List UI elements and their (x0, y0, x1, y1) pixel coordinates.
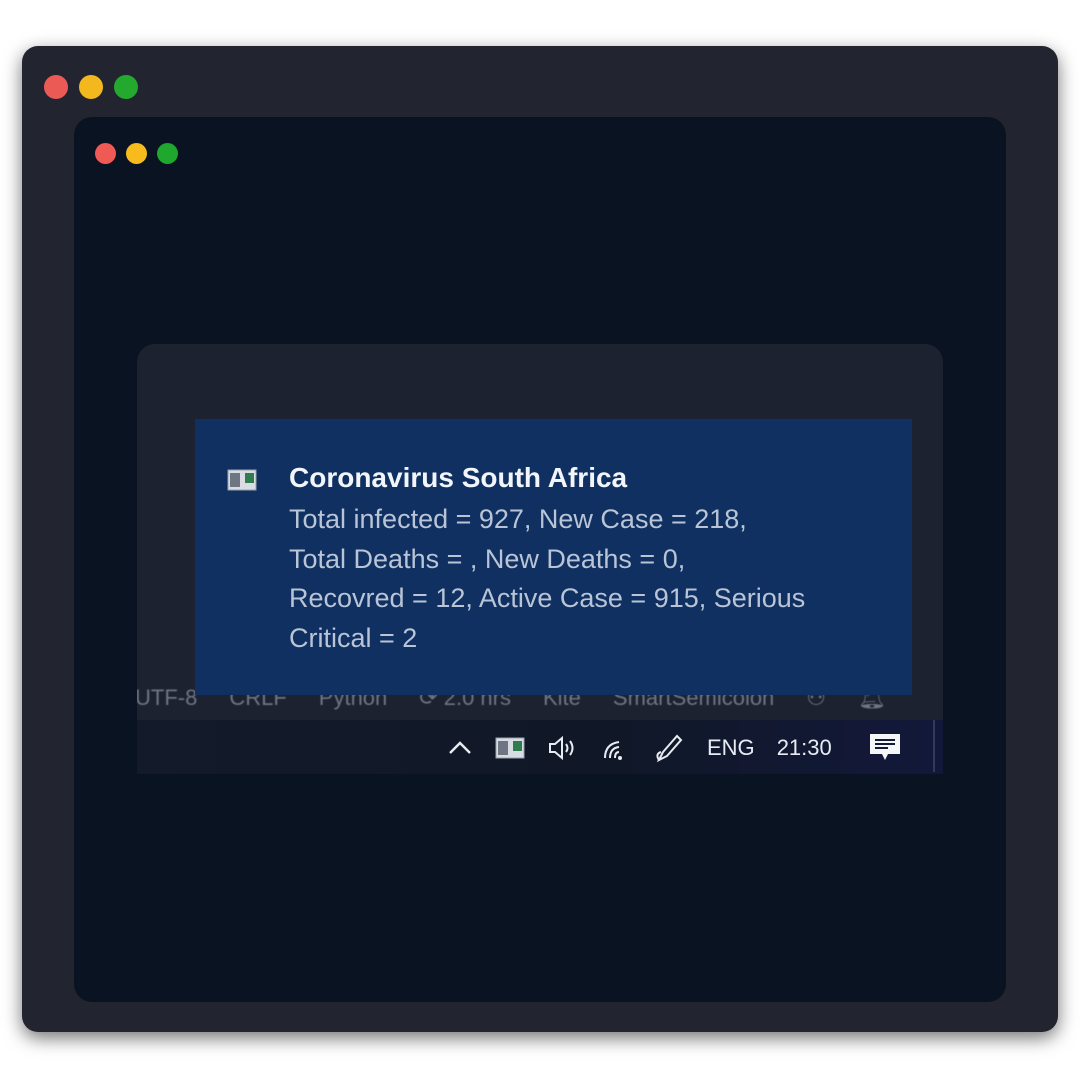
close-dot[interactable] (44, 75, 68, 99)
minimize-dot[interactable] (126, 143, 147, 164)
notification-title: Coronavirus South Africa (289, 462, 628, 493)
notification-line: Critical = 2 (289, 622, 418, 653)
pen-icon[interactable] (653, 732, 685, 764)
taskbar: ENG 21:30 (137, 720, 943, 774)
notification-line: Total infected = 927, New Case = 218, (289, 504, 747, 534)
system-tray: ENG 21:30 (447, 720, 924, 774)
notification-line: Recovred = 12, Active Case = 915, Seriou… (289, 583, 806, 613)
outer-window-controls (44, 75, 138, 99)
toast-notification[interactable]: Coronavirus South Africa Total infected … (195, 419, 912, 695)
clock[interactable]: 21:30 (777, 735, 832, 761)
app-window-icon (227, 469, 257, 491)
close-dot[interactable] (95, 143, 116, 164)
speaker-icon[interactable] (547, 734, 579, 762)
notification-line: Total Deaths = , New Deaths = 0, (289, 543, 686, 574)
notification-body: Total infected = 927, New Case = 218, To… (289, 500, 889, 658)
language-indicator[interactable]: ENG (707, 735, 755, 761)
app-window-icon[interactable] (495, 736, 525, 760)
inner-window: UTF-8 CRLF Python ⟳ 2.0 hrs Kite SmartSem… (74, 117, 1006, 1002)
minimize-dot[interactable] (79, 75, 103, 99)
status-encoding[interactable]: UTF-8 (137, 685, 197, 711)
outer-window: UTF-8 CRLF Python ⟳ 2.0 hrs Kite SmartSem… (22, 46, 1058, 1032)
inner-window-controls (95, 143, 178, 164)
screenshot-panel: UTF-8 CRLF Python ⟳ 2.0 hrs Kite SmartSem… (137, 344, 943, 774)
chevron-up-icon[interactable] (447, 735, 473, 761)
maximize-dot[interactable] (157, 143, 178, 164)
maximize-dot[interactable] (114, 75, 138, 99)
wifi-icon[interactable] (601, 734, 631, 762)
show-desktop-divider[interactable] (933, 720, 935, 772)
action-center-icon[interactable] (868, 732, 902, 764)
